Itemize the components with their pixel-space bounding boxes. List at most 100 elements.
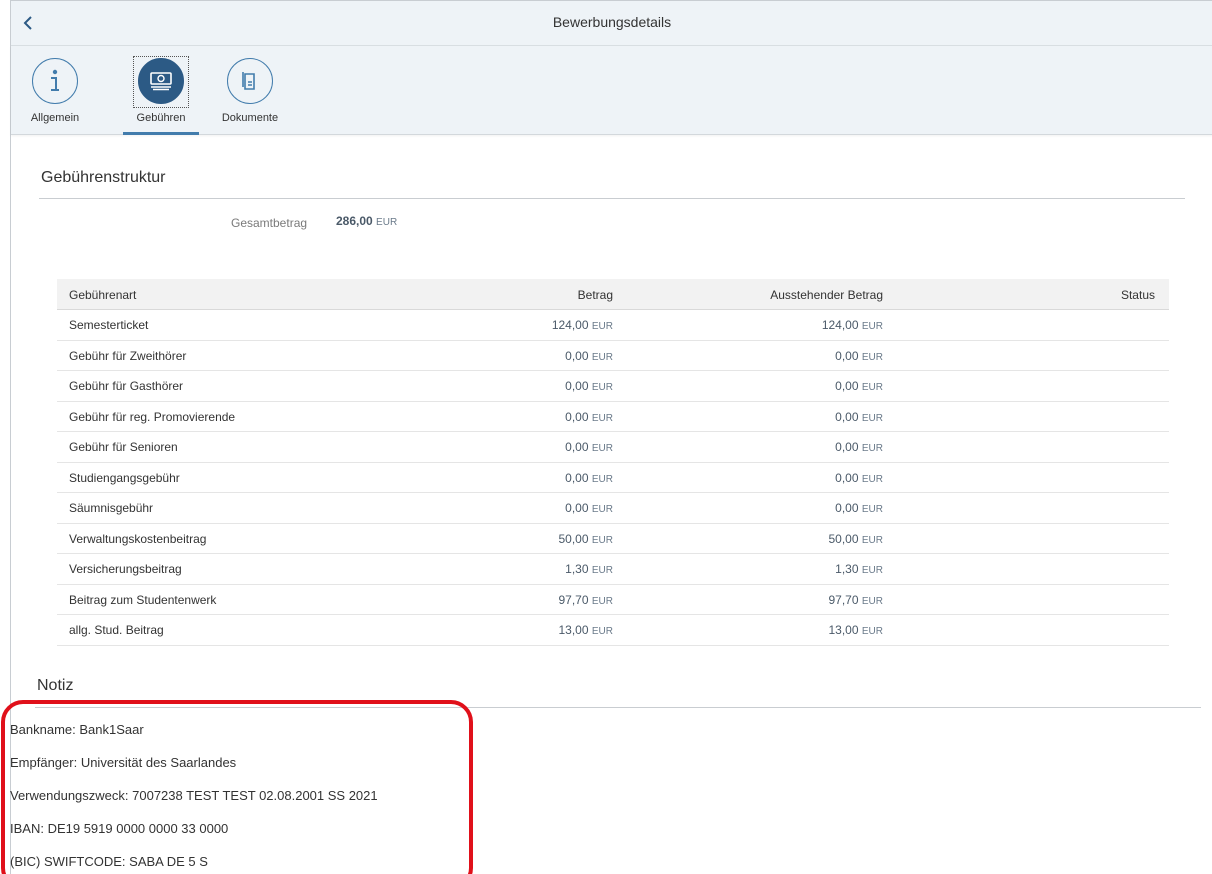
fee-outstanding-currency: EUR (861, 565, 883, 576)
fee-outstanding-value: 0,00 (835, 470, 859, 485)
fee-amount: 13,00 EUR (559, 623, 614, 637)
column-header-art: Gebührenart (69, 288, 137, 302)
fee-outstanding: 1,30 EUR (835, 562, 883, 576)
fee-amount-value: 0,00 (565, 348, 589, 363)
total-currency: EUR (376, 217, 398, 228)
table-row: Beitrag zum Studentenwerk 97,70 EUR 97,70 … (57, 585, 1169, 615)
document-icon (242, 72, 255, 90)
fee-outstanding-value: 0,00 (835, 501, 859, 515)
fee-amount-currency: EUR (591, 595, 613, 607)
page-header: Bewerbungsdetails (11, 0, 1212, 46)
fee-amount-value: 50,00 (558, 531, 589, 546)
fee-outstanding: 0,00 EUR (835, 440, 883, 454)
tab-label: Allgemein (30, 112, 80, 124)
fee-amount: 0,00 EUR (565, 379, 613, 393)
fee-outstanding-value: 0,00 (835, 379, 859, 393)
info-icon (51, 69, 59, 91)
fee-type: Verwaltungskostenbeitrag (69, 531, 207, 546)
fee-outstanding: 0,00 EUR (835, 349, 883, 363)
fee-outstanding-value: 97,70 (828, 592, 859, 607)
tab-label: Dokumente (221, 112, 279, 124)
table-row: Gebühr für Senioren 0,00 EUR 0,00 EUR (57, 432, 1169, 463)
table-header: Gebührenart Betrag Ausstehender Betrag S… (57, 279, 1169, 310)
column-header-status: Status (1120, 288, 1155, 302)
fee-amount-value: 0,00 (565, 501, 589, 515)
table-row: Gebühr für reg. Promovierende 0,00 EUR 0,0… (57, 402, 1169, 432)
total-value: 286,00 EUR (336, 214, 397, 228)
table-row: Versicherungsbeitrag 1,30 EUR 1,30 EUR (57, 554, 1169, 585)
fee-amount-currency: EUR (591, 473, 613, 485)
fee-outstanding-currency: EUR (861, 443, 883, 454)
page-title: Bewerbungsdetails (552, 14, 672, 30)
tab-allgemein[interactable]: Allgemein (17, 58, 93, 135)
fee-outstanding: 0,00 EUR (835, 410, 883, 424)
fee-type: Versicherungsbeitrag (69, 562, 182, 576)
tab-allgemein-icon-circle (32, 58, 78, 104)
fee-outstanding: 0,00 EUR (835, 471, 883, 485)
fee-amount: 124,00 EUR (552, 318, 613, 332)
fee-amount-currency: EUR (591, 443, 613, 454)
fee-type: Säumnisgebühr (69, 501, 154, 515)
fee-outstanding-value: 1,30 (835, 562, 859, 576)
tab-dokumente[interactable]: Dokumente (212, 58, 288, 135)
table-row: Gebühr für Gasthörer 0,00 EUR 0,00 EUR (57, 371, 1169, 402)
fee-amount-value: 97,70 (558, 592, 589, 607)
fee-amount-currency: EUR (591, 351, 613, 363)
fee-amount-value: 0,00 (565, 440, 589, 454)
fee-amount-currency: EUR (591, 504, 613, 515)
fee-outstanding-currency: EUR (861, 382, 883, 393)
fee-type: Semesterticket (69, 318, 149, 332)
section-divider (39, 198, 1185, 199)
fee-amount: 1,30 EUR (565, 562, 613, 576)
fee-outstanding: 50,00 EUR (829, 532, 884, 546)
fee-type: allg. Stud. Beitrag (69, 623, 164, 637)
table-row: Verwaltungskostenbeitrag 50,00 EUR 50,00 E… (57, 524, 1169, 554)
fee-type: Gebühr für Senioren (69, 440, 178, 454)
fee-outstanding: 0,00 EUR (835, 379, 883, 393)
column-header-betrag: Betrag (577, 288, 613, 302)
fee-amount-currency: EUR (591, 565, 613, 576)
fee-outstanding: 124,00 EUR (822, 318, 883, 332)
fee-outstanding-value: 13,00 (828, 623, 859, 637)
table-row: Gebühr für Zweithörer 0,00 EUR 0,00 EUR (57, 341, 1169, 371)
fee-outstanding-currency: EUR (861, 412, 883, 424)
fee-outstanding-currency: EUR (861, 351, 883, 363)
tab-label: Gebühren (136, 112, 186, 124)
fee-outstanding-currency: EUR (861, 534, 883, 546)
fee-outstanding: 0,00 EUR (835, 501, 883, 515)
fee-amount: 0,00 EUR (565, 410, 613, 424)
fee-amount-currency: EUR (591, 321, 613, 332)
table-row: allg. Stud. Beitrag 13,00 EUR 13,00 EUR (57, 615, 1169, 646)
fee-type: Gebühr für Gasthörer (69, 379, 184, 393)
fees-table: Gebührenart Betrag Ausstehender Betrag S… (57, 279, 1169, 646)
tab-gebuehren[interactable]: Gebühren (123, 56, 199, 135)
fee-type: Gebühr für Zweithörer (69, 348, 187, 363)
fee-amount-value: 0,00 (565, 470, 589, 485)
fee-amount-currency: EUR (591, 626, 613, 637)
fee-amount-value: 0,00 (565, 409, 589, 424)
fee-outstanding-value: 0,00 (835, 348, 859, 363)
total-label: Gesamtbetrag (231, 216, 308, 230)
note-section-title: Notiz (37, 677, 74, 694)
focus-outline (133, 56, 189, 108)
table-row: Säumnisgebühr 0,00 EUR 0,00 EUR (57, 493, 1169, 524)
fee-outstanding-currency: EUR (861, 473, 883, 485)
fee-type: Studiengangsgebühr (69, 470, 180, 485)
fee-outstanding-value: 50,00 (828, 531, 859, 546)
tab-dokumente-icon-circle (227, 58, 273, 104)
fee-outstanding-currency: EUR (861, 504, 883, 515)
fee-amount: 97,70 EUR (559, 593, 614, 607)
fee-outstanding-value: 0,00 (835, 409, 859, 424)
fee-amount-value: 0,00 (565, 379, 589, 393)
fee-amount-currency: EUR (591, 534, 613, 546)
fee-outstanding: 13,00 EUR (829, 623, 884, 637)
fee-amount: 0,00 EUR (565, 349, 613, 363)
fee-type: Beitrag zum Studentenwerk (69, 592, 217, 607)
highlight-annotation (1, 700, 473, 874)
fee-outstanding-value: 124,00 (821, 318, 859, 332)
icon-tab-bar: Allgemein Gebühren Dokumente (11, 46, 1212, 135)
table-row: Semesterticket 124,00 EUR 124,00 EUR (57, 310, 1169, 341)
fee-outstanding-value: 0,00 (835, 440, 859, 454)
fees-section-title: Gebührenstruktur (41, 169, 166, 186)
fee-amount: 50,00 EUR (559, 532, 614, 546)
